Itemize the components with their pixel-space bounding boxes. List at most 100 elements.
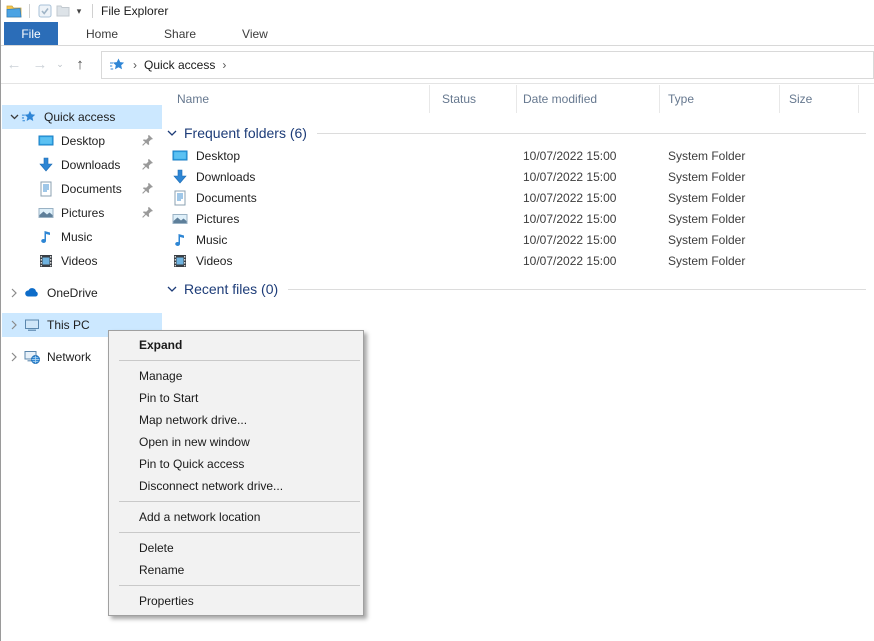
group-header-recent-files[interactable]: Recent files (0): [167, 281, 866, 297]
sidebar-item-label: Pictures: [61, 206, 104, 220]
tab-view[interactable]: View: [224, 22, 286, 45]
tab-share[interactable]: Share: [146, 22, 214, 45]
navigation-bar: ← → ⌄ ↑ › Quick access ›: [1, 46, 874, 84]
menu-item-manage[interactable]: Manage: [109, 365, 363, 387]
sidebar-item-documents[interactable]: Documents: [2, 177, 162, 201]
chevron-down-icon[interactable]: [7, 114, 21, 120]
file-type: System Folder: [660, 191, 780, 205]
titlebar-separator: [29, 4, 30, 18]
file-name: Pictures: [196, 212, 239, 226]
file-row-downloads[interactable]: Downloads 10/07/2022 15:00 System Folder: [162, 166, 874, 187]
breadcrumb-chevron-icon: ›: [215, 58, 233, 72]
chevron-right-icon[interactable]: [7, 320, 21, 330]
menu-item-properties[interactable]: Properties: [109, 590, 363, 612]
sidebar-item-music[interactable]: Music: [2, 225, 162, 249]
sidebar-item-label: Desktop: [61, 134, 105, 148]
documents-icon: [38, 181, 54, 197]
menu-item-disconnect-network-drive[interactable]: Disconnect network drive...: [109, 475, 363, 497]
title-bar: ▾ File Explorer: [1, 0, 874, 22]
chevron-right-icon[interactable]: [7, 352, 21, 362]
downloads-icon: [172, 169, 188, 185]
documents-icon: [172, 190, 188, 206]
chevron-right-icon[interactable]: [7, 288, 21, 298]
file-row-videos[interactable]: Videos 10/07/2022 15:00 System Folder: [162, 250, 874, 271]
menu-item-rename[interactable]: Rename: [109, 559, 363, 581]
menu-item-pin-to-quick-access[interactable]: Pin to Quick access: [109, 453, 363, 475]
file-type: System Folder: [660, 170, 780, 184]
pictures-icon: [172, 211, 188, 227]
up-button[interactable]: ↑: [67, 56, 93, 73]
column-header-type[interactable]: Type: [660, 85, 780, 113]
sidebar-item-desktop[interactable]: Desktop: [2, 129, 162, 153]
file-date-modified: 10/07/2022 15:00: [517, 233, 660, 247]
recent-locations-button[interactable]: ⌄: [53, 59, 67, 70]
qat-properties-button[interactable]: [36, 2, 54, 20]
file-name: Downloads: [196, 170, 255, 184]
group-header-frequent-folders[interactable]: Frequent folders (6): [167, 125, 866, 141]
group-rule: [288, 289, 866, 290]
menu-item-expand[interactable]: Expand: [109, 334, 363, 356]
window-title: File Explorer: [101, 4, 168, 18]
sidebar-item-label: OneDrive: [47, 286, 98, 300]
sidebar-item-label: This PC: [47, 318, 90, 332]
menu-item-open-in-new-window[interactable]: Open in new window: [109, 431, 363, 453]
ribbon-tabs: File Home Share View: [1, 22, 874, 46]
videos-icon: [172, 253, 188, 269]
column-header-name[interactable]: Name: [162, 85, 430, 113]
file-row-desktop[interactable]: Desktop 10/07/2022 15:00 System Folder: [162, 145, 874, 166]
music-icon: [38, 229, 54, 245]
menu-item-add-network-location[interactable]: Add a network location: [109, 506, 363, 528]
sidebar-item-label: Network: [47, 350, 91, 364]
quick-access-star-icon: [109, 57, 126, 73]
network-icon: [24, 349, 40, 365]
tab-home[interactable]: Home: [68, 22, 136, 45]
pin-icon[interactable]: [141, 206, 154, 219]
group-header-label: Recent files (0): [184, 281, 278, 297]
sidebar-item-label: Documents: [61, 182, 122, 196]
file-type: System Folder: [660, 149, 780, 163]
menu-item-map-network-drive[interactable]: Map network drive...: [109, 409, 363, 431]
file-date-modified: 10/07/2022 15:00: [517, 191, 660, 205]
menu-separator: [119, 501, 360, 502]
pin-icon[interactable]: [141, 158, 154, 171]
sidebar-item-pictures[interactable]: Pictures: [2, 201, 162, 225]
menu-item-delete[interactable]: Delete: [109, 537, 363, 559]
back-button[interactable]: ←: [1, 56, 27, 73]
sidebar-item-onedrive[interactable]: OneDrive: [2, 281, 162, 305]
qat-customize-button[interactable]: ▾: [72, 6, 86, 17]
file-row-pictures[interactable]: Pictures 10/07/2022 15:00 System Folder: [162, 208, 874, 229]
qat-new-folder-button[interactable]: [54, 2, 72, 20]
pin-icon[interactable]: [141, 134, 154, 147]
column-header-date-modified[interactable]: Date modified: [517, 85, 660, 113]
file-explorer-window: ▾ File Explorer File Home Share View ← →…: [0, 0, 874, 641]
group-rule: [317, 133, 866, 134]
folder-icon: [6, 4, 22, 18]
file-row-music[interactable]: Music 10/07/2022 15:00 System Folder: [162, 229, 874, 250]
file-name: Videos: [196, 254, 232, 268]
downloads-icon: [38, 157, 54, 173]
column-headers: Name Status Date modified Type Size: [162, 85, 874, 113]
onedrive-cloud-icon: [24, 285, 40, 301]
sidebar-item-downloads[interactable]: Downloads: [2, 153, 162, 177]
desktop-icon: [172, 148, 188, 164]
column-header-status[interactable]: Status: [430, 85, 517, 113]
app-icon[interactable]: [5, 2, 23, 20]
checkmark-icon: [38, 4, 52, 18]
sidebar-item-quick-access[interactable]: Quick access: [2, 105, 162, 129]
file-row-documents[interactable]: Documents 10/07/2022 15:00 System Folder: [162, 187, 874, 208]
column-header-size[interactable]: Size: [780, 85, 859, 113]
tab-file[interactable]: File: [4, 22, 58, 45]
breadcrumb-quick-access[interactable]: Quick access: [144, 58, 215, 72]
menu-item-pin-to-start[interactable]: Pin to Start: [109, 387, 363, 409]
file-date-modified: 10/07/2022 15:00: [517, 254, 660, 268]
pin-icon[interactable]: [141, 182, 154, 195]
file-date-modified: 10/07/2022 15:00: [517, 149, 660, 163]
new-folder-icon: [56, 5, 70, 17]
pictures-icon: [38, 205, 54, 221]
group-header-label: Frequent folders (6): [184, 125, 307, 141]
forward-button[interactable]: →: [27, 56, 53, 73]
sidebar-item-videos[interactable]: Videos: [2, 249, 162, 273]
address-bar[interactable]: › Quick access ›: [101, 51, 874, 79]
chevron-down-icon: [167, 286, 177, 293]
file-name: Desktop: [196, 149, 240, 163]
